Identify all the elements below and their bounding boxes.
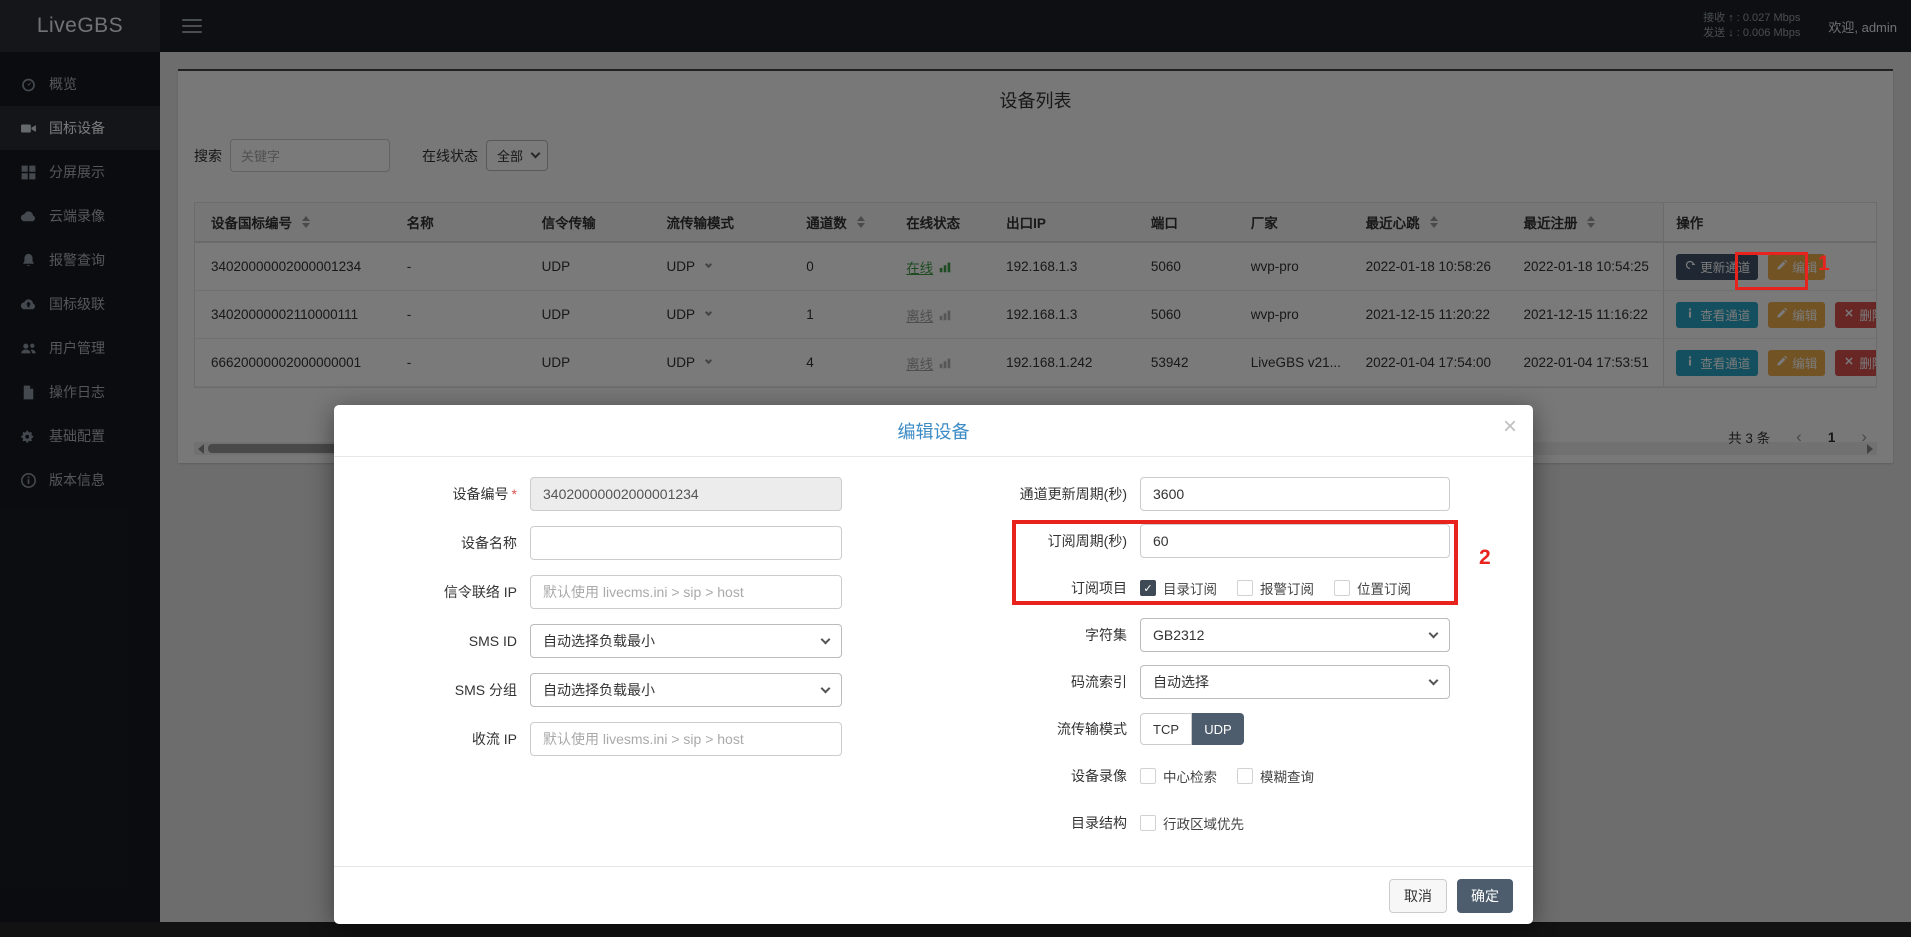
annotation-box-1 [1735, 252, 1808, 290]
cancel-button[interactable]: 取消 [1389, 879, 1447, 913]
field-label: 设备名称 [334, 533, 530, 553]
chevron-down-icon [1429, 675, 1439, 685]
checkbox-group: 行政区域优先 [1140, 813, 1244, 833]
checkbox[interactable] [1140, 815, 1156, 831]
field-label: 通道更新周期(秒) [914, 484, 1140, 504]
readonly-field: 34020000002000001234 [530, 477, 842, 511]
segment-option-udp[interactable]: UDP [1192, 713, 1244, 745]
input-placeholder: 默认使用 livecms.ini > sip > host [543, 582, 744, 602]
field-label: SMS 分组 [334, 680, 530, 700]
select-value: 自动选择负载最小 [543, 680, 655, 700]
form-row-信令联络 IP: 信令联络 IP 默认使用 livecms.ini > sip > host [334, 575, 874, 609]
checkbox[interactable] [1237, 768, 1253, 784]
form-row-设备编号: 设备编号* 34020000002000001234 [334, 477, 874, 511]
checkbox-label: 模糊查询 [1260, 766, 1314, 786]
field-label: 设备编号* [334, 484, 530, 504]
modal-body: 设备编号* 34020000002000001234 设备名称信令联络 IP 默认使用… [334, 457, 1533, 866]
checkbox-item: 行政区域优先 [1140, 813, 1244, 833]
segment-option-tcp[interactable]: TCP [1140, 713, 1192, 745]
field-label: 码流索引 [914, 672, 1140, 692]
field-label: 设备录像 [914, 766, 1140, 786]
field-label: 收流 IP [334, 729, 530, 749]
select-value: 自动选择 [1153, 672, 1209, 692]
input-value: 34020000002000001234 [543, 486, 699, 502]
checkbox-item: 中心检索 [1140, 766, 1217, 786]
annotation-label-2: 2 [1479, 546, 1491, 570]
checkbox-label: 中心检索 [1163, 766, 1217, 786]
select-value: 自动选择负载最小 [543, 631, 655, 651]
modal-header: 编辑设备 × [334, 405, 1533, 457]
select-dropdown[interactable]: 自动选择 [1140, 665, 1450, 699]
form-row-字符集: 字符集 GB2312 [914, 618, 1524, 652]
chevron-down-icon [821, 683, 831, 693]
close-icon[interactable]: × [1503, 415, 1517, 439]
form-row-SMS ID: SMS ID 自动选择负载最小 [334, 624, 874, 658]
form-row-设备录像: 设备录像 中心检索 模糊查询 [914, 759, 1524, 793]
select-dropdown[interactable]: GB2312 [1140, 618, 1450, 652]
select-dropdown[interactable]: 自动选择负载最小 [530, 624, 842, 658]
form-row-码流索引: 码流索引自动选择 [914, 665, 1524, 699]
form-row-流传输模式: 流传输模式TCPUDP [914, 712, 1524, 746]
form-row-目录结构: 目录结构 行政区域优先 [914, 806, 1524, 840]
form-row-通道更新周期(秒): 通道更新周期(秒) 3600 [914, 477, 1524, 511]
text-input[interactable]: 默认使用 livesms.ini > sip > host [530, 722, 842, 756]
form-row-设备名称: 设备名称 [334, 526, 874, 560]
checkbox-label: 行政区域优先 [1163, 813, 1244, 833]
app-window: LiveGBS 接收 ↑ : 0.027 Mbps 发送 ↓ : 0.006 M… [0, 0, 1911, 937]
modal-title: 编辑设备 [898, 418, 970, 444]
checkbox-group: 中心检索 模糊查询 [1140, 766, 1314, 786]
segmented-control: TCPUDP [1140, 713, 1244, 745]
chevron-down-icon [1429, 628, 1439, 638]
field-label: 字符集 [914, 625, 1140, 645]
edit-device-modal: 编辑设备 × 设备编号* 34020000002000001234 设备名称信令联络… [334, 405, 1533, 924]
annotation-label-1: 1 [1818, 252, 1830, 276]
select-value: GB2312 [1153, 627, 1204, 643]
form-row-收流 IP: 收流 IP 默认使用 livesms.ini > sip > host [334, 722, 874, 756]
text-input[interactable]: 3600 [1140, 477, 1450, 511]
text-input[interactable]: 默认使用 livecms.ini > sip > host [530, 575, 842, 609]
input-value: 3600 [1153, 486, 1184, 502]
chevron-down-icon [821, 634, 831, 644]
confirm-button[interactable]: 确定 [1457, 879, 1513, 913]
field-label: 信令联络 IP [334, 582, 530, 602]
annotation-box-2 [1012, 520, 1458, 605]
checkbox-item: 模糊查询 [1237, 766, 1314, 786]
field-label: 目录结构 [914, 813, 1140, 833]
modal-left-column: 设备编号* 34020000002000001234 设备名称信令联络 IP 默认使用… [334, 477, 874, 771]
text-input[interactable] [530, 526, 842, 560]
checkbox[interactable] [1140, 768, 1156, 784]
required-asterisk: * [512, 486, 517, 502]
form-row-SMS 分组: SMS 分组自动选择负载最小 [334, 673, 874, 707]
select-dropdown[interactable]: 自动选择负载最小 [530, 673, 842, 707]
modal-footer: 取消 确定 [334, 866, 1533, 924]
input-placeholder: 默认使用 livesms.ini > sip > host [543, 729, 744, 749]
field-label: 流传输模式 [914, 719, 1140, 739]
field-label: SMS ID [334, 633, 530, 649]
